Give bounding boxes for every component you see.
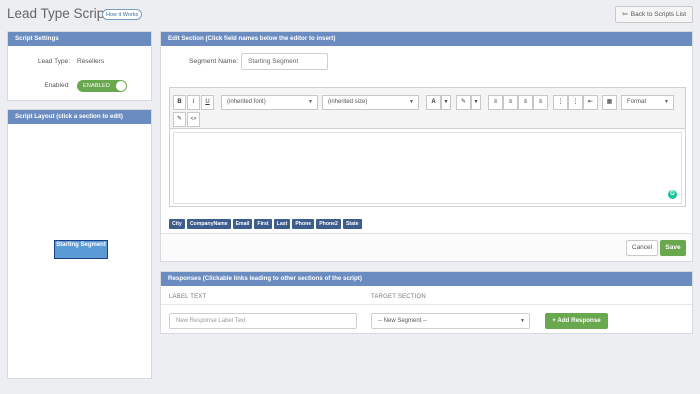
divider bbox=[161, 304, 692, 305]
lead-type-label: Lead Type: bbox=[37, 58, 70, 65]
font-color-dropdown[interactable]: ▼ bbox=[441, 95, 451, 110]
field-tags: City CompanyName Email First Last Phone Phone2… bbox=[169, 212, 364, 230]
table-icon: ▦ bbox=[606, 99, 613, 105]
format-value: Format bbox=[627, 99, 647, 105]
rich-text-editor: B I U (inherited font) ▼ (inherited size)… bbox=[169, 87, 686, 207]
field-tag-state[interactable]: State bbox=[342, 219, 362, 229]
chevron-down-icon: ▼ bbox=[308, 99, 313, 105]
script-layout-panel: Script Layout (click a section to edit) … bbox=[7, 109, 152, 379]
responses-title: Responses (Clickable links leading to ot… bbox=[161, 272, 692, 286]
align-justify-button[interactable]: ≡ bbox=[533, 95, 548, 110]
responses-panel: Responses (Clickable links leading to ot… bbox=[160, 271, 693, 334]
chevron-down-icon: ▼ bbox=[409, 99, 414, 105]
field-tag-companyname[interactable]: CompanyName bbox=[186, 219, 231, 229]
target-section-select[interactable]: -- New Segment -- ▼ bbox=[371, 313, 530, 329]
highlight-dropdown[interactable]: ▼ bbox=[471, 95, 481, 110]
bullet-list-button[interactable]: ⋮ bbox=[553, 95, 568, 110]
chevron-down-icon: ▼ bbox=[473, 99, 479, 105]
align-center-button[interactable]: ≡ bbox=[503, 95, 518, 110]
edit-section-title: Edit Section (Click field names below th… bbox=[161, 32, 692, 46]
table-button[interactable]: ▦ bbox=[602, 95, 617, 110]
numbered-list-button[interactable]: ⋮ bbox=[568, 95, 583, 110]
script-settings-panel: Script Settings Lead Type: Resellers Ena… bbox=[7, 31, 152, 101]
bullet-list-icon: ⋮ bbox=[557, 99, 564, 105]
plus-icon: + bbox=[552, 317, 556, 324]
back-to-scripts-label: Back to Scripts List bbox=[630, 11, 687, 18]
target-section-column-header: TARGET SECTION bbox=[371, 294, 426, 300]
align-right-button[interactable]: ≡ bbox=[518, 95, 533, 110]
field-tag-phone2[interactable]: Phone2 bbox=[316, 219, 341, 229]
label-text-column-header: LABEL TEXT bbox=[169, 294, 207, 300]
edit-section-panel: Edit Section (Click field names below th… bbox=[160, 31, 693, 262]
arrow-left-icon: ⇦ bbox=[621, 11, 628, 18]
format-select[interactable]: Format ▼ bbox=[621, 95, 674, 110]
field-tag-last[interactable]: Last bbox=[273, 219, 291, 229]
script-layout-title: Script Layout (click a section to edit) bbox=[8, 110, 151, 124]
edit-section-footer: Cancel Save bbox=[161, 233, 692, 261]
segment-name-label: Segment Name: bbox=[189, 58, 239, 65]
target-section-value: -- New Segment -- bbox=[378, 318, 428, 324]
editor-content-area[interactable]: G bbox=[173, 132, 682, 204]
align-justify-icon: ≡ bbox=[538, 99, 543, 105]
field-tag-first[interactable]: First bbox=[254, 219, 272, 229]
link-button[interactable]: ✎ bbox=[173, 112, 186, 127]
clear-format-button[interactable]: ⇤ bbox=[583, 95, 598, 110]
field-tag-email[interactable]: Email bbox=[232, 219, 253, 229]
align-left-icon: ≡ bbox=[493, 99, 498, 105]
chevron-down-icon: ▼ bbox=[520, 318, 525, 324]
toggle-knob bbox=[116, 81, 126, 91]
field-tag-phone[interactable]: Phone bbox=[292, 219, 315, 229]
font-size-value: (inherited size) bbox=[328, 99, 368, 105]
lead-type-value: Resellers bbox=[77, 58, 105, 65]
chevron-down-icon: ▼ bbox=[443, 99, 449, 105]
cancel-button[interactable]: Cancel bbox=[626, 240, 658, 256]
underline-button[interactable]: U bbox=[201, 95, 214, 110]
align-center-icon: ≡ bbox=[508, 99, 513, 105]
align-right-icon: ≡ bbox=[523, 99, 528, 105]
font-size-select[interactable]: (inherited size) ▼ bbox=[322, 95, 419, 110]
enabled-toggle[interactable]: ENABLED bbox=[77, 80, 127, 92]
bold-button[interactable]: B bbox=[173, 95, 186, 110]
chevron-down-icon: ▼ bbox=[664, 99, 669, 105]
font-color-button[interactable]: A bbox=[426, 95, 441, 110]
response-label-input[interactable]: New Response Label Text bbox=[169, 313, 357, 329]
save-button[interactable]: Save bbox=[660, 240, 686, 256]
enabled-toggle-label: ENABLED bbox=[83, 83, 111, 89]
pencil-icon: ✎ bbox=[176, 116, 183, 122]
font-family-value: (inherited font) bbox=[227, 99, 266, 105]
script-settings-title: Script Settings bbox=[8, 32, 151, 46]
editor-toolbar: B I U (inherited font) ▼ (inherited size)… bbox=[170, 88, 685, 129]
segment-name-input[interactable]: Starting Segment bbox=[241, 53, 328, 70]
page-title: Lead Type Scripts bbox=[7, 6, 115, 21]
add-response-label: Add Response bbox=[557, 317, 601, 324]
field-tag-city[interactable]: City bbox=[169, 219, 185, 229]
clear-format-icon: ⇤ bbox=[587, 99, 594, 105]
code-icon: <> bbox=[190, 116, 197, 122]
eraser-icon: ✎ bbox=[460, 99, 467, 105]
align-left-button[interactable]: ≡ bbox=[488, 95, 503, 110]
grammarly-icon[interactable]: G bbox=[668, 190, 677, 199]
source-code-button[interactable]: <> bbox=[187, 112, 200, 127]
how-it-works-button[interactable]: How it Works bbox=[102, 9, 143, 20]
highlight-button[interactable]: ✎ bbox=[456, 95, 471, 110]
page-header: Lead Type Scripts How it Works ⇦ Back to … bbox=[0, 0, 700, 30]
segment-node-starting[interactable]: Starting Segment bbox=[54, 240, 108, 259]
font-family-select[interactable]: (inherited font) ▼ bbox=[221, 95, 318, 110]
numbered-list-icon: ⋮ bbox=[572, 99, 579, 105]
back-to-scripts-button[interactable]: ⇦ Back to Scripts List bbox=[615, 6, 693, 23]
enabled-label: Enabled: bbox=[44, 82, 70, 89]
italic-button[interactable]: I bbox=[187, 95, 200, 110]
add-response-button[interactable]: + Add Response bbox=[545, 313, 608, 329]
